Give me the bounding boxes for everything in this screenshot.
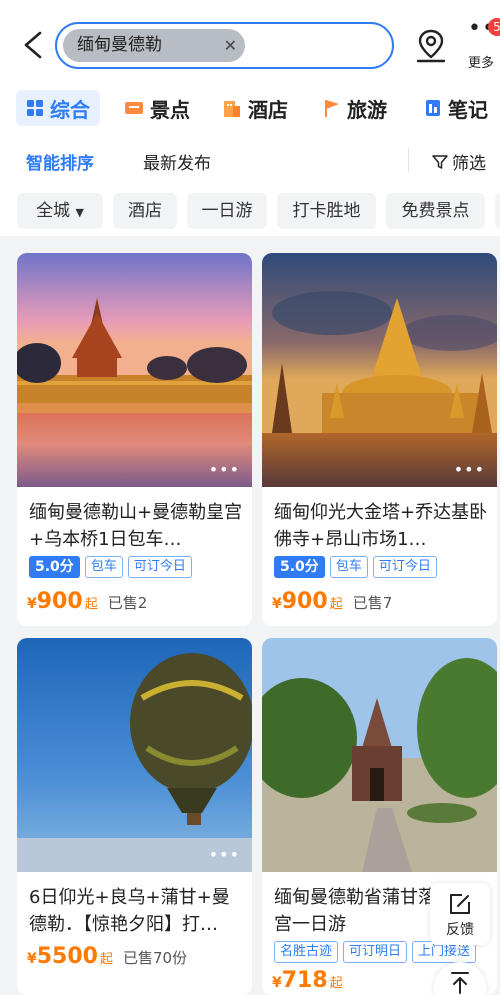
notebook-icon <box>426 100 440 116</box>
currency: ¥ <box>27 951 37 967</box>
product-card[interactable]: ••• 6日仰光+良乌+蒲甘+曼德勒．【惊艳夕阳】打… ¥ 5500 起 已售7… <box>17 638 252 995</box>
filter-button[interactable]: 筛选 <box>432 149 486 174</box>
search-box[interactable]: 缅甸曼德勒 ✕ <box>55 22 394 69</box>
currency: ¥ <box>272 975 282 991</box>
price: 900 <box>36 589 83 614</box>
back-arrow-icon[interactable] <box>20 30 46 60</box>
grid-icon <box>27 100 43 116</box>
tag-badge: 可订今日 <box>127 556 192 578</box>
search-chip-text: 缅甸曼德勒 <box>77 35 162 55</box>
sort-bar: 智能排序 最新发布 筛选 <box>0 132 500 188</box>
tab-notes[interactable]: 笔记 <box>424 90 488 126</box>
tab-tours[interactable]: 旅游 <box>323 90 387 126</box>
price-suffix: 起 <box>99 952 113 967</box>
bagan-temple-image <box>262 638 497 872</box>
product-card[interactable]: ••• 缅甸仰光大金塔+乔达基卧佛寺+昂山市场1… 5.0分 包车 可订今日 ¥… <box>262 253 497 626</box>
tag-all-city[interactable]: 全城 ▼ <box>17 193 103 229</box>
tag-badge: 名胜古迹 <box>274 941 339 963</box>
badge-row: 5.0分 包车 可订今日 <box>29 556 192 578</box>
price-suffix: 起 <box>329 976 343 991</box>
tag-more[interactable] <box>495 193 500 229</box>
rating-badge: 5.0分 <box>274 556 325 578</box>
divider <box>408 148 409 172</box>
currency: ¥ <box>27 596 37 612</box>
ticket-icon <box>125 102 143 114</box>
price-suffix: 起 <box>84 597 98 612</box>
clear-icon[interactable]: ✕ <box>224 29 237 62</box>
flag-icon <box>325 100 339 117</box>
sort-latest[interactable]: 最新发布 <box>143 149 211 174</box>
shwedagon-pagoda-image <box>262 253 497 487</box>
search-chip[interactable]: 缅甸曼德勒 ✕ <box>63 29 245 62</box>
price: 718 <box>281 968 328 993</box>
tab-hotels[interactable]: 酒店 <box>222 90 288 126</box>
location-icon[interactable] <box>414 28 448 64</box>
card-title: 缅甸曼德勒山+曼德勒皇宫+乌本桥1日包车… <box>29 502 243 550</box>
price-row: ¥ 718 起 <box>272 968 343 993</box>
tag-badge: 包车 <box>84 556 123 578</box>
feedback-button[interactable]: 反馈 <box>430 883 490 945</box>
tab-label: 综合 <box>50 97 90 122</box>
edit-icon <box>450 894 470 914</box>
sold-count: 已售7 <box>352 594 393 612</box>
price: 900 <box>281 589 328 614</box>
tag-badge: 包车 <box>329 556 368 578</box>
tag-hotel[interactable]: 酒店 <box>113 193 177 229</box>
feedback-label: 反馈 <box>446 922 474 938</box>
tab-overall[interactable]: 综合 <box>16 90 100 126</box>
tag-badge: 可订明日 <box>343 941 408 963</box>
card-title: 6日仰光+良乌+蒲甘+曼德勒．【惊艳夕阳】打… <box>29 887 230 935</box>
price-row: ¥ 900 起 已售7 <box>272 589 392 614</box>
tag-checkin[interactable]: 打卡胜地 <box>277 193 376 229</box>
product-card[interactable]: ••• 缅甸曼德勒山+曼德勒皇宫+乌本桥1日包车… 5.0分 包车 可订今日 ¥… <box>17 253 252 626</box>
notification-badge: 5 <box>488 18 500 36</box>
hot-air-balloon-image <box>17 638 252 872</box>
more-button[interactable]: ••• 5 更多 <box>462 18 500 72</box>
tab-label: 景点 <box>150 97 190 122</box>
price-row: ¥ 900 起 已售2 <box>27 589 147 614</box>
card-title: 缅甸仰光大金塔+乔达基卧佛寺+昂山市场1… <box>274 502 488 550</box>
filter-icon <box>432 154 448 169</box>
price: 5500 <box>36 944 98 969</box>
tag-free[interactable]: 免费景点 <box>386 193 485 229</box>
arrow-up-icon <box>451 972 469 994</box>
mandalay-palace-image <box>17 253 252 487</box>
badge-row: 5.0分 包车 可订今日 <box>274 556 437 578</box>
more-label: 更多 <box>468 56 495 71</box>
hotel-icon <box>224 101 240 117</box>
tab-label: 酒店 <box>248 97 288 122</box>
top-bar: 缅甸曼德勒 ✕ ••• 5 更多 <box>0 0 500 82</box>
currency: ¥ <box>272 596 282 612</box>
sort-smart[interactable]: 智能排序 <box>26 149 94 174</box>
tab-attractions[interactable]: 景点 <box>124 90 190 126</box>
caret-down-icon: ▼ <box>75 206 84 219</box>
sold-count: 已售2 <box>107 594 148 612</box>
sold-count: 已售70份 <box>123 949 188 967</box>
price-suffix: 起 <box>329 597 343 612</box>
tab-label: 旅游 <box>347 97 387 122</box>
quick-tags: 全城 ▼ 酒店 一日游 打卡胜地 免费景点 <box>0 188 500 236</box>
tab-label: 笔记 <box>448 97 488 122</box>
filter-label: 筛选 <box>452 154 486 174</box>
tag-badge: 可订今日 <box>372 556 437 578</box>
category-tabs: 综合 景点 酒店 旅游 笔记 <box>0 82 500 132</box>
tag-day-tour[interactable]: 一日游 <box>187 193 267 229</box>
tag-label: 全城 <box>36 201 71 221</box>
price-row: ¥ 5500 起 已售70份 <box>27 944 187 969</box>
rating-badge: 5.0分 <box>29 556 80 578</box>
